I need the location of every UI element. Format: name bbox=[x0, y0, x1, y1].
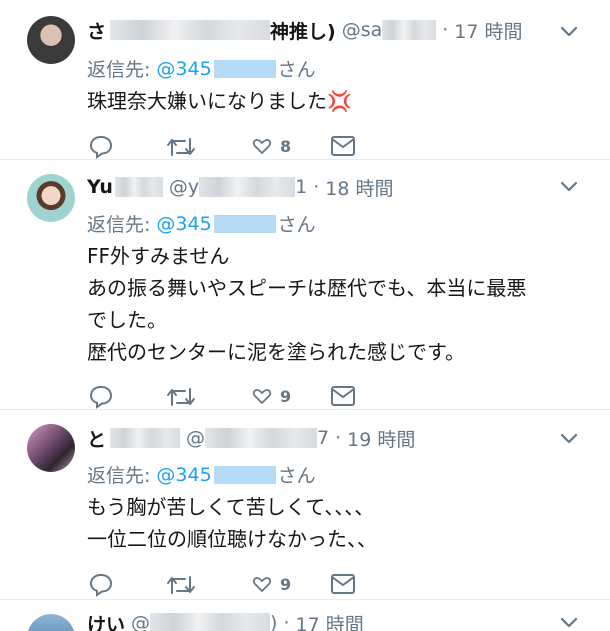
chevron-down-icon[interactable] bbox=[558, 611, 580, 631]
redacted-handle bbox=[205, 428, 318, 448]
reply-suffix: さん bbox=[277, 59, 316, 81]
tweet-header: Yu @y 1 · 18 時間 bbox=[87, 174, 570, 200]
reply-context: 返信先: @345 さん bbox=[87, 461, 316, 488]
redacted-handle bbox=[382, 20, 437, 40]
reply-icon bbox=[89, 573, 113, 597]
redacted-name bbox=[110, 428, 181, 448]
like-count: 8 bbox=[280, 136, 292, 156]
user-handle[interactable]: @ bbox=[186, 427, 205, 449]
redacted-name bbox=[110, 20, 271, 40]
reply-mention[interactable]: @345 bbox=[156, 58, 211, 80]
reply-prefix: 返信先: bbox=[87, 214, 151, 236]
separator: · bbox=[442, 19, 449, 41]
redacted-handle bbox=[150, 613, 271, 631]
dm-button[interactable] bbox=[330, 135, 356, 157]
like-icon bbox=[252, 577, 272, 592]
separator: · bbox=[335, 427, 342, 449]
chevron-down-icon[interactable] bbox=[558, 20, 580, 42]
reply-button[interactable] bbox=[88, 384, 114, 410]
like-icon bbox=[252, 139, 272, 154]
like-button[interactable]: 8 bbox=[252, 136, 291, 156]
reply-context: 返信先: @345 さん bbox=[87, 210, 316, 237]
dm-icon bbox=[331, 386, 355, 406]
user-handle[interactable]: @sa bbox=[342, 19, 383, 41]
tweet-header: と @ 7 · 19 時間 bbox=[87, 425, 570, 451]
avatar[interactable] bbox=[27, 424, 75, 472]
tweet-header: けい @ ) · 17 時間 bbox=[87, 610, 570, 631]
reply-suffix: さん bbox=[277, 465, 316, 487]
tweet-line: 一位二位の順位聴けなかった、、 bbox=[87, 527, 377, 551]
redacted-mention bbox=[213, 214, 276, 233]
tweet[interactable]: Yu @y 1 · 18 時間 返信先: @345 さん FF外すみません あの… bbox=[0, 161, 610, 410]
retweet-icon bbox=[167, 138, 195, 156]
redacted-name bbox=[114, 177, 163, 197]
display-name[interactable]: と bbox=[87, 425, 106, 451]
tweet-text: FF外すみません あの振る舞いやスピーチは歴代でも、本当に最悪 でした。 歴代の… bbox=[87, 240, 590, 368]
dm-button[interactable] bbox=[330, 573, 356, 595]
retweet-button[interactable] bbox=[165, 384, 197, 410]
user-handle-tail: ) bbox=[270, 612, 278, 631]
reply-icon bbox=[89, 135, 113, 159]
like-icon bbox=[252, 389, 272, 404]
tweet[interactable]: さ 神推し) @sa · 17 時間 返信先: @345 さん 珠理奈大嫌いにな… bbox=[0, 0, 610, 160]
reply-icon bbox=[89, 385, 113, 409]
retweet-button[interactable] bbox=[165, 572, 197, 598]
tweet-line: でした。 bbox=[87, 308, 167, 332]
user-handle-tail: 1 bbox=[295, 176, 308, 198]
reply-button[interactable] bbox=[88, 572, 114, 598]
retweet-icon bbox=[167, 576, 195, 594]
display-name[interactable]: けい bbox=[87, 610, 125, 631]
tweet-text: 珠理奈大嫌いになりました💢 bbox=[87, 85, 590, 117]
like-count: 9 bbox=[280, 574, 292, 594]
timestamp[interactable]: 18 時間 bbox=[325, 174, 393, 200]
reply-context: 返信先: @345 さん bbox=[87, 55, 316, 82]
tweet-line: あの振る舞いやスピーチは歴代でも、本当に最悪 bbox=[87, 276, 527, 300]
timestamp[interactable]: 17 時間 bbox=[454, 17, 522, 43]
tweet-header: さ 神推し) @sa · 17 時間 bbox=[87, 17, 570, 43]
redacted-handle bbox=[199, 177, 296, 197]
tweet-line: FF外すみません bbox=[87, 244, 230, 268]
timestamp[interactable]: 19 時間 bbox=[347, 425, 415, 451]
redacted-mention bbox=[213, 59, 276, 78]
tweet-line: 歴代のセンターに泥を塗られた感じです。 bbox=[87, 340, 465, 364]
display-name[interactable]: Yu bbox=[87, 176, 113, 198]
user-handle[interactable]: @y bbox=[169, 176, 199, 198]
like-count: 9 bbox=[280, 386, 292, 406]
reply-suffix: さん bbox=[277, 214, 316, 236]
redacted-mention bbox=[213, 465, 276, 484]
tweet[interactable]: と @ 7 · 19 時間 返信先: @345 さん もう胸が苦しくて苦しくて、… bbox=[0, 411, 610, 600]
reply-mention[interactable]: @345 bbox=[156, 464, 211, 486]
tweet-line: 珠理奈大嫌いになりました💢 bbox=[87, 89, 352, 113]
user-handle-tail: 7 bbox=[317, 427, 330, 449]
dm-icon bbox=[331, 574, 355, 594]
avatar[interactable] bbox=[27, 174, 75, 222]
timestamp[interactable]: 17 時間 bbox=[295, 610, 363, 631]
avatar[interactable] bbox=[27, 614, 75, 631]
like-button[interactable]: 9 bbox=[252, 386, 291, 406]
dm-button[interactable] bbox=[330, 385, 356, 407]
reply-mention[interactable]: @345 bbox=[156, 213, 211, 235]
separator: · bbox=[283, 612, 290, 631]
chevron-down-icon[interactable] bbox=[558, 175, 580, 197]
tweet-line: もう胸が苦しくて苦しくて、、、、 bbox=[87, 495, 375, 519]
user-handle[interactable]: @ bbox=[131, 612, 150, 631]
display-name-suffix: 神推し) bbox=[270, 20, 336, 43]
retweet-button[interactable] bbox=[165, 134, 197, 160]
reply-button[interactable] bbox=[88, 134, 114, 160]
like-button[interactable]: 9 bbox=[252, 574, 291, 594]
tweet[interactable]: けい @ ) · 17 時間 bbox=[0, 601, 610, 631]
chevron-down-icon[interactable] bbox=[558, 427, 580, 449]
tweet-text: もう胸が苦しくて苦しくて、、、、 一位二位の順位聴けなかった、、 bbox=[87, 491, 590, 555]
display-name[interactable]: さ bbox=[87, 17, 106, 43]
dm-icon bbox=[331, 136, 355, 156]
retweet-icon bbox=[167, 388, 195, 406]
reply-prefix: 返信先: bbox=[87, 465, 151, 487]
separator: · bbox=[313, 176, 320, 198]
avatar[interactable] bbox=[27, 16, 75, 64]
reply-prefix: 返信先: bbox=[87, 59, 151, 81]
